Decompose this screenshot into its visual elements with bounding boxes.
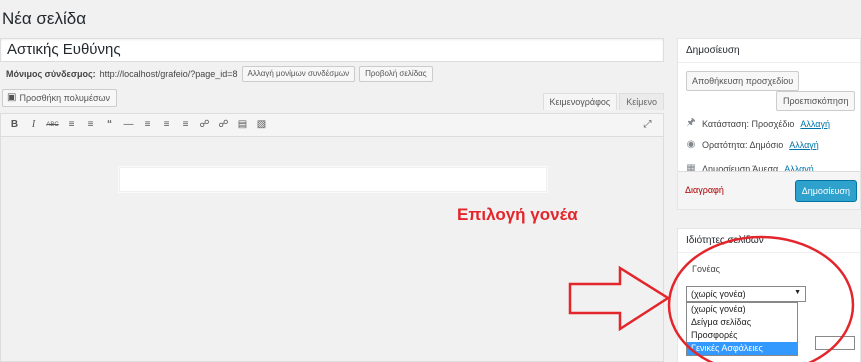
fullscreen-icon[interactable]: ⤢ <box>638 120 657 130</box>
status-row: 🖈 Κατάσταση: Προσχέδιο Αλλαγή <box>686 115 830 132</box>
view-page-button[interactable]: Προβολή σελίδας <box>359 66 433 82</box>
permalink-label: Μόνιμος σύνδεσμος: <box>6 69 96 79</box>
permalink-url[interactable]: http://localhost/grafeio/?page_id=8 <box>100 69 238 79</box>
editor: B I ABC ≡ ≡ “ — ≡ ≡ ≡ ☍ ☍ ▤ ▧ ⤢ <box>0 113 664 362</box>
page-title: Νέα σελίδα <box>2 9 87 28</box>
eye-icon: ◉ <box>686 139 696 150</box>
pin-icon: 🖈 <box>686 117 696 128</box>
tab-text[interactable]: Κείμενο <box>619 93 664 110</box>
add-media-button[interactable]: ▣ Προσθήκη πολυμέσων <box>2 89 118 107</box>
visibility-row: ◉ Ορατότητα: Δημόσιο Αλλαγή <box>686 139 819 150</box>
read-more-icon[interactable]: ▤ <box>233 120 252 130</box>
parent-select-value: (χωρίς γονέα) <box>691 289 746 299</box>
align-right-icon[interactable]: ≡ <box>176 120 195 130</box>
link-icon[interactable]: ☍ <box>195 120 214 130</box>
toolbar-toggle-icon[interactable]: ▧ <box>252 120 271 130</box>
permalink-row: Μόνιμος σύνδεσμος: http://localhost/graf… <box>6 66 433 82</box>
parent-option[interactable]: Δείγμα σελίδας <box>687 316 797 329</box>
bullet-list-icon[interactable]: ≡ <box>62 120 81 130</box>
align-center-icon[interactable]: ≡ <box>157 120 176 130</box>
title-input[interactable]: Αστικής Ευθύνης <box>0 38 664 62</box>
publish-footer: Διαγραφή Δημοσίευση <box>678 171 860 209</box>
parent-option-highlighted[interactable]: Γενικές Ασφάλειες <box>687 342 797 355</box>
visibility-edit-link[interactable]: Αλλαγή <box>789 140 819 150</box>
tab-visual[interactable]: Κειμενογράφος <box>542 93 618 110</box>
chevron-down-icon: ▼ <box>794 289 801 296</box>
numbered-list-icon[interactable]: ≡ <box>81 120 100 130</box>
save-draft-button[interactable]: Αποθήκευση προσχεδίου <box>686 71 800 91</box>
preview-button[interactable]: Προεπισκόπηση <box>776 91 856 111</box>
add-media-label: Προσθήκη πολυμέσων <box>19 93 111 103</box>
order-input[interactable] <box>815 336 855 350</box>
publish-button[interactable]: Δημοσίευση <box>794 180 857 202</box>
publish-box: Δημοσίευση Αποθήκευση προσχεδίου Προεπισ… <box>677 38 861 210</box>
align-left-icon[interactable]: ≡ <box>138 120 157 130</box>
status-edit-link[interactable]: Αλλαγή <box>800 119 830 129</box>
publish-box-title: Δημοσίευση <box>678 39 860 63</box>
content-area[interactable] <box>119 167 547 192</box>
parent-label: Γονέας <box>692 264 721 274</box>
page-attributes-title: Ιδιότητες σελίδων <box>678 229 860 253</box>
blockquote-icon[interactable]: “ <box>100 120 119 130</box>
status-label: Κατάσταση: Προσχέδιο <box>702 118 795 129</box>
visibility-label: Ορατότητα: Δημόσιο <box>702 139 784 150</box>
media-icon: ▣ <box>7 92 17 103</box>
parent-option[interactable]: Προσφορές <box>687 329 797 342</box>
parent-options-list: (χωρίς γονέα) Δείγμα σελίδας Προσφορές Γ… <box>686 302 798 356</box>
strikethrough-icon[interactable]: ABC <box>43 120 62 130</box>
unlink-icon[interactable]: ☍ <box>214 120 233 130</box>
annotation-text: Επιλογή γονέα <box>457 205 578 224</box>
page-attributes-box: Ιδιότητες σελίδων Γονέας (χωρίς γονέα) ▼… <box>677 228 861 362</box>
change-permalinks-button[interactable]: Αλλαγή μονίμων συνδέσμων <box>241 66 356 82</box>
parent-option[interactable]: (χωρίς γονέα) <box>687 303 797 316</box>
bold-icon[interactable]: B <box>5 120 24 130</box>
editor-tabs: Κειμενογράφος Κείμενο <box>542 93 664 110</box>
horizontal-line-icon[interactable]: — <box>119 120 138 130</box>
editor-body[interactable] <box>1 137 663 361</box>
delete-link[interactable]: Διαγραφή <box>685 185 724 195</box>
italic-icon[interactable]: I <box>24 120 43 130</box>
editor-toolbar: B I ABC ≡ ≡ “ — ≡ ≡ ≡ ☍ ☍ ▤ ▧ ⤢ <box>1 114 663 137</box>
parent-select[interactable]: (χωρίς γονέα) ▼ <box>686 286 806 302</box>
